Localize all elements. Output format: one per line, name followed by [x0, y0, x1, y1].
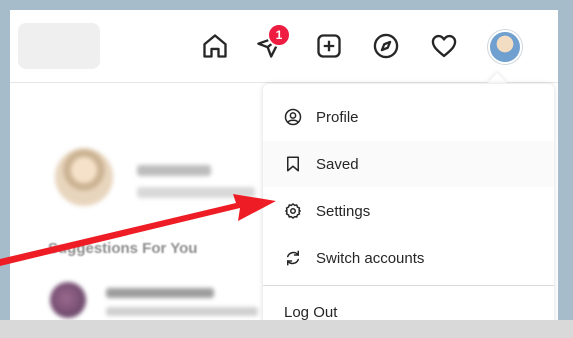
profile-dropdown-menu: Profile Saved Settings Switch accounts L… — [263, 84, 554, 320]
menu-item-switch-accounts[interactable]: Switch accounts — [263, 235, 554, 281]
activity-heart-icon[interactable] — [429, 31, 459, 61]
logout-button[interactable]: Log Out — [263, 286, 554, 321]
home-icon[interactable] — [200, 31, 230, 61]
suggested-user-avatar[interactable] — [50, 282, 86, 318]
menu-item-label: Settings — [316, 202, 371, 220]
profile-avatar[interactable] — [490, 32, 520, 62]
suggested-user-subtitle-blurred — [106, 307, 258, 316]
menu-item-settings[interactable]: Settings — [263, 188, 554, 234]
top-navigation-bar: 1 — [10, 10, 558, 83]
suggested-user-name-blurred — [106, 288, 214, 298]
menu-item-label: Profile — [316, 108, 359, 126]
menu-item-label: Saved — [316, 155, 359, 173]
background-strip — [0, 320, 573, 338]
menu-item-profile[interactable]: Profile — [263, 94, 554, 140]
profile-icon — [284, 108, 302, 126]
menu-item-saved[interactable]: Saved — [263, 141, 554, 187]
current-user-username-blurred — [137, 165, 211, 176]
suggestions-heading: Suggestions For You — [48, 240, 198, 257]
current-user-fullname-blurred — [137, 187, 255, 198]
bookmark-icon — [284, 155, 302, 173]
current-user-avatar[interactable] — [55, 148, 113, 206]
direct-message-icon[interactable]: 1 — [255, 23, 291, 61]
search-box[interactable] — [18, 23, 100, 69]
explore-icon[interactable] — [371, 31, 401, 61]
switch-accounts-icon — [284, 249, 302, 267]
new-post-icon[interactable] — [314, 31, 344, 61]
notification-badge: 1 — [267, 23, 291, 47]
logout-label: Log Out — [284, 303, 338, 321]
settings-icon — [284, 202, 302, 220]
instagram-window: 1 Suggestions For You Profile Saved Sett… — [10, 10, 558, 320]
menu-item-label: Switch accounts — [316, 249, 425, 267]
